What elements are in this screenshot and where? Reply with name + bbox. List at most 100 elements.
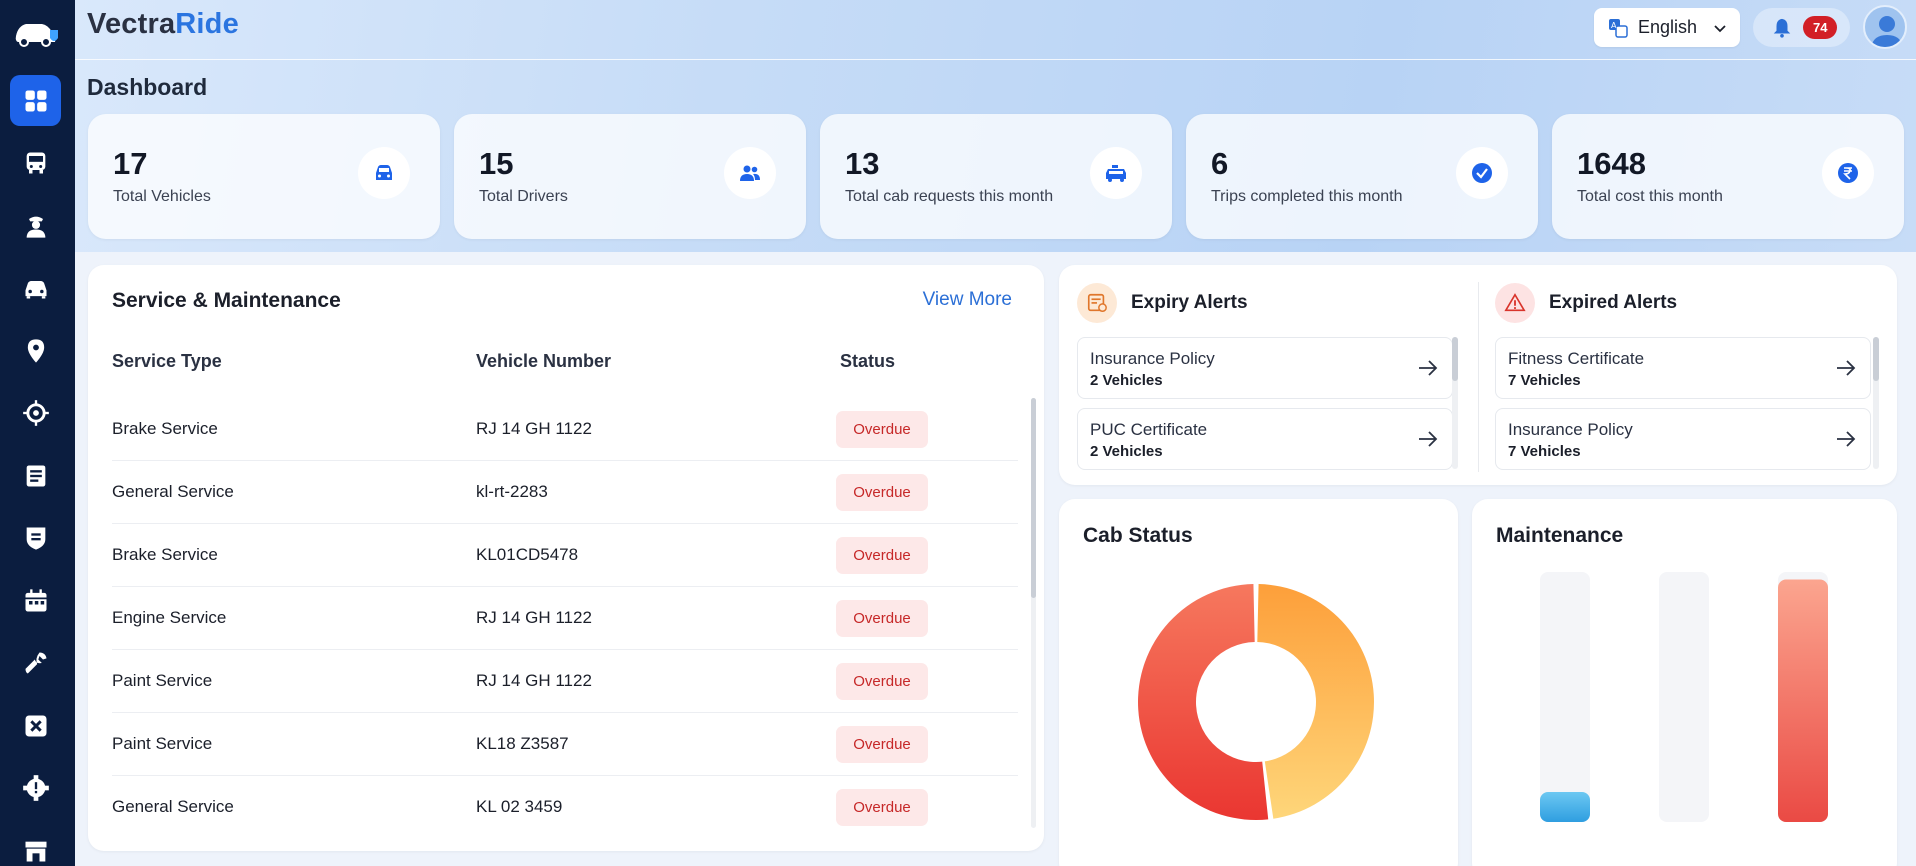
map-pin-icon xyxy=(27,338,44,363)
expired-alerts-header: Expired Alerts xyxy=(1495,283,1677,323)
expiry-alert-item[interactable]: Insurance Policy 2 Vehicles xyxy=(1077,337,1453,399)
chevron-down-icon xyxy=(1714,24,1726,32)
driver-icon xyxy=(26,216,45,238)
status-badge: Overdue xyxy=(836,663,928,700)
status-badge: Overdue xyxy=(836,789,928,826)
sidebar-item-store[interactable] xyxy=(10,825,61,866)
sidebar-item-vehicles[interactable] xyxy=(10,262,61,313)
check-circle-icon xyxy=(1472,163,1492,183)
certificate-icon xyxy=(1087,293,1107,312)
sidebar-item-alerts[interactable] xyxy=(10,762,61,813)
language-label: English xyxy=(1638,17,1698,37)
crosshair-icon xyxy=(22,399,49,426)
stat-label: Total cost this month xyxy=(1577,188,1723,205)
table-row[interactable]: Brake Service RJ 14 GH 1122 Overdue xyxy=(112,398,1018,461)
table-row[interactable]: Engine Service RJ 14 GH 1122 Overdue xyxy=(112,587,1018,650)
status-badge: Overdue xyxy=(836,537,928,574)
user-avatar[interactable] xyxy=(1863,5,1907,49)
cab-status-chart xyxy=(1137,584,1374,820)
sidebar xyxy=(0,0,75,866)
stat-value: 1648 xyxy=(1577,146,1646,181)
stat-value: 6 xyxy=(1211,146,1229,181)
app-logo-icon xyxy=(12,12,60,52)
service-maintenance-panel: Service & Maintenance View More Service … xyxy=(88,265,1044,851)
bar[interactable] xyxy=(1540,792,1590,822)
expiry-alerts-header: Expiry Alerts xyxy=(1077,283,1248,323)
arrow-right-icon xyxy=(1419,431,1438,447)
service-scrollbar-thumb[interactable] xyxy=(1031,398,1036,598)
svg-text:A: A xyxy=(1611,21,1617,30)
stat-value: 17 xyxy=(113,146,148,181)
donut-slice[interactable] xyxy=(1137,584,1269,820)
translate-icon: A xyxy=(1609,18,1628,38)
table-row[interactable]: General Service KL 02 3459 Overdue xyxy=(112,776,1018,839)
bar-track xyxy=(1540,572,1590,822)
bar[interactable] xyxy=(1778,579,1828,823)
alerts-divider xyxy=(1478,282,1479,472)
list-icon xyxy=(26,465,45,486)
car-front-icon xyxy=(376,165,392,180)
stat-value: 15 xyxy=(479,146,514,181)
table-row[interactable]: Paint Service RJ 14 GH 1122 Overdue xyxy=(112,650,1018,713)
table-row[interactable]: General Service kl-rt-2283 Overdue xyxy=(112,461,1018,524)
sidebar-item-reports[interactable] xyxy=(10,450,61,501)
alert-gear-icon xyxy=(22,774,49,801)
sidebar-item-bus[interactable] xyxy=(10,137,61,188)
stat-card-drivers[interactable]: 15 Total Drivers xyxy=(454,114,806,239)
stat-card-total-cost[interactable]: 1648 Total cost this month xyxy=(1552,114,1904,239)
expired-alerts-scrollbar[interactable] xyxy=(1873,337,1879,469)
maintenance-panel: Maintenance xyxy=(1472,499,1897,866)
arrow-right-icon xyxy=(1419,360,1438,376)
sidebar-item-calendar[interactable] xyxy=(10,575,61,626)
stat-card-vehicles[interactable]: 17 Total Vehicles xyxy=(88,114,440,239)
view-more-link[interactable]: View More xyxy=(923,289,1012,311)
expired-alerts-title: Expired Alerts xyxy=(1549,292,1678,313)
language-select[interactable]: A English xyxy=(1594,8,1740,47)
sidebar-item-dashboard[interactable] xyxy=(10,75,61,126)
expired-alert-item[interactable]: Insurance Policy 7 Vehicles xyxy=(1495,408,1871,470)
table-row[interactable]: Paint Service KL18 Z3587 Overdue xyxy=(112,713,1018,776)
expiry-alerts-scrollbar[interactable] xyxy=(1452,337,1458,469)
table-row[interactable]: Brake Service KL01CD5478 Overdue xyxy=(112,524,1018,587)
car-icon xyxy=(25,280,46,298)
sidebar-item-locations[interactable] xyxy=(10,325,61,376)
store-icon xyxy=(25,841,46,861)
stat-value: 13 xyxy=(845,146,880,181)
cab-status-panel: Cab Status xyxy=(1059,499,1458,866)
stat-card-cab-requests[interactable]: 13 Total cab requests this month xyxy=(820,114,1172,239)
bell-icon xyxy=(1773,18,1791,38)
stat-label: Trips completed this month xyxy=(1211,188,1403,205)
column-header-vehicle-number: Vehicle Number xyxy=(476,351,612,371)
notifications-button[interactable]: 74 xyxy=(1753,8,1850,47)
status-badge: Overdue xyxy=(836,600,928,637)
column-header-service-type: Service Type xyxy=(112,351,222,371)
accident-icon xyxy=(25,715,46,736)
column-header-status: Status xyxy=(840,351,896,371)
service-panel-title: Service & Maintenance xyxy=(112,289,341,312)
stat-label: Total cab requests this month xyxy=(845,188,1054,205)
sidebar-item-drivers[interactable] xyxy=(10,200,61,251)
expired-alert-item[interactable]: Fitness Certificate 7 Vehicles xyxy=(1495,337,1871,399)
sidebar-item-policies[interactable] xyxy=(10,512,61,563)
arrow-right-icon xyxy=(1837,431,1856,447)
brand-logo: VectraRide xyxy=(87,8,239,40)
shield-icon xyxy=(26,527,45,550)
donut-slice[interactable] xyxy=(1257,584,1374,819)
stat-card-trips-completed[interactable]: 6 Trips completed this month xyxy=(1186,114,1538,239)
calendar-icon xyxy=(25,588,46,611)
dashboard-icon xyxy=(25,90,46,111)
sidebar-item-tracking[interactable] xyxy=(10,387,61,438)
expiry-alert-item[interactable]: PUC Certificate 2 Vehicles xyxy=(1077,408,1453,470)
status-badge: Overdue xyxy=(836,726,928,763)
sidebar-item-accidents[interactable] xyxy=(10,700,61,751)
maintenance-chart xyxy=(1540,572,1828,823)
wrench-icon xyxy=(25,652,46,673)
service-table-body: Brake Service RJ 14 GH 1122 Overdue Genera… xyxy=(112,398,1018,839)
notification-badge: 74 xyxy=(1803,16,1838,39)
cab-status-title: Cab Status xyxy=(1083,524,1193,547)
stat-label: Total Drivers xyxy=(479,188,568,205)
bus-icon xyxy=(26,152,45,173)
sidebar-item-maintenance[interactable] xyxy=(10,637,61,688)
status-badge: Overdue xyxy=(836,474,928,511)
cab-request-icon xyxy=(1106,165,1126,182)
